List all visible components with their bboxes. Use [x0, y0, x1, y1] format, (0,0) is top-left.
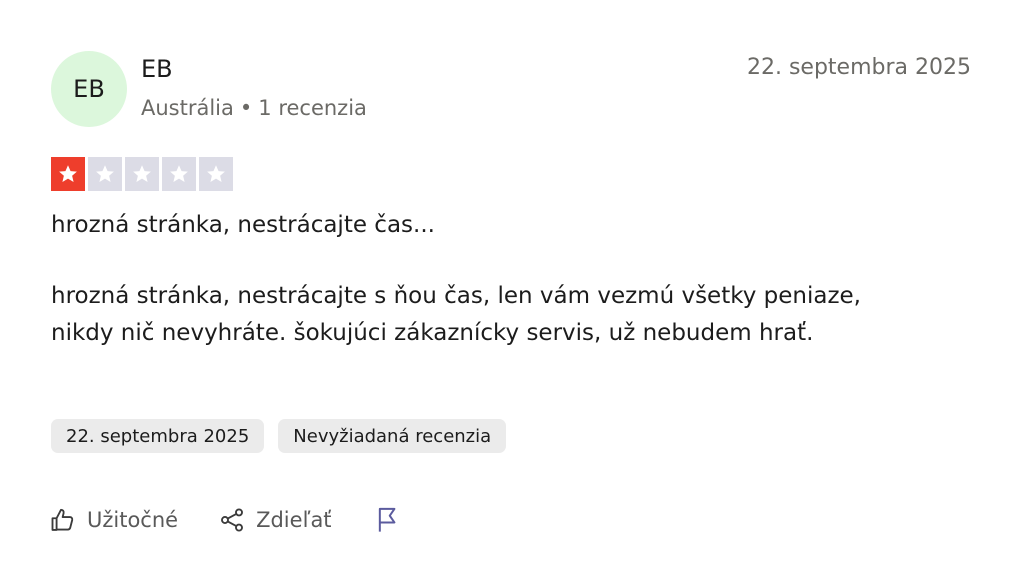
reviewer-country: Austrália	[141, 96, 234, 120]
useful-button[interactable]: Užitočné	[49, 506, 178, 534]
date-tag: 22. septembra 2025	[51, 419, 265, 453]
review-date: 22. septembra 2025	[746, 55, 971, 80]
star-icon	[88, 157, 122, 191]
review-tags: 22. septembra 2025 Nevyžiadaná recenzia	[51, 419, 507, 453]
thumbs-up-icon	[51, 508, 74, 531]
reviewer-review-count: 1 recenzia	[258, 96, 367, 120]
useful-label: Užitočné	[87, 508, 179, 532]
reviewer-meta: Austrália • 1 recenzia	[141, 96, 367, 120]
unsolicited-review-tag[interactable]: Nevyžiadaná recenzia	[278, 419, 507, 453]
star-rating	[51, 157, 233, 191]
review-title: hrozná stránka, nestrácajte čas...	[51, 212, 435, 238]
share-icon	[221, 508, 244, 532]
avatar[interactable]: EB	[51, 51, 127, 127]
avatar-initials: EB	[73, 75, 105, 103]
share-label: Zdieľať	[256, 508, 332, 532]
review-body: hrozná stránka, nestrácajte s ňou čas, l…	[51, 283, 861, 346]
star-icon	[125, 157, 159, 191]
star-icon	[199, 157, 233, 191]
star-icon	[51, 157, 85, 191]
review-card: EB EB Austrália • 1 recenzia 22. septembra…	[0, 0, 1024, 569]
flag-icon	[378, 507, 395, 532]
reviewer-name[interactable]: EB	[141, 55, 173, 83]
review-actions: Užitočné Zdieľať	[49, 506, 402, 534]
report-button[interactable]	[374, 506, 402, 534]
star-icon	[162, 157, 196, 191]
share-button[interactable]: Zdieľať	[218, 506, 332, 534]
meta-separator: •	[239, 96, 253, 120]
